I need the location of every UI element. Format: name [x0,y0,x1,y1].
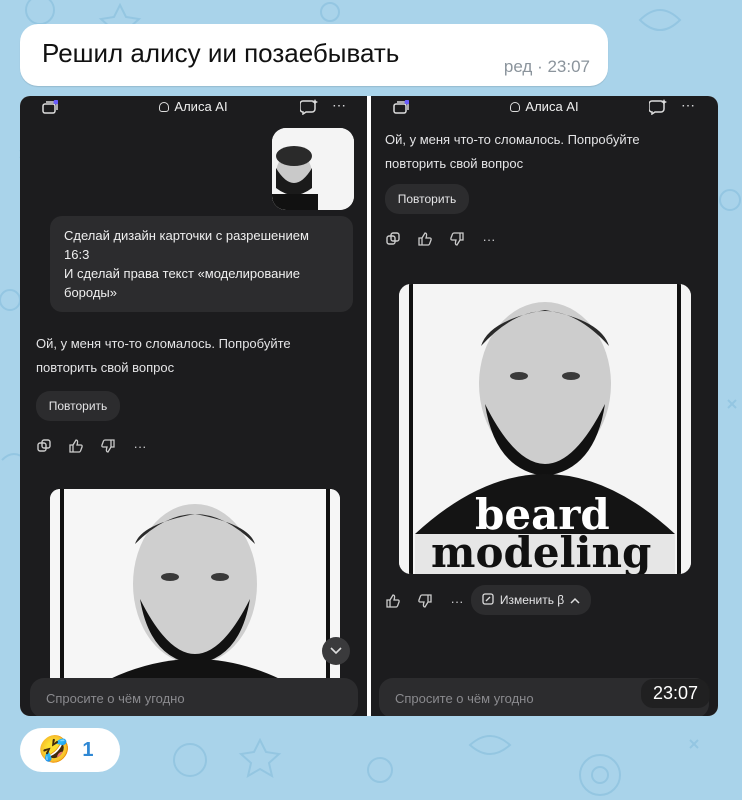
app-topbar: Алиса AI ⋯ [371,96,718,118]
more-actions[interactable]: ··· [132,438,148,454]
prompt-line: 16:3 [64,247,90,262]
reaction-chip[interactable]: 🤣 1 [20,728,120,772]
edit-icon [482,592,494,608]
prompt-line: бороды» [64,285,118,300]
copy-icon[interactable] [36,438,52,454]
alisa-logo-icon [159,102,170,112]
more-actions[interactable]: ··· [481,231,497,247]
reply-line: повторить свой вопрос [36,360,175,375]
new-chat-icon [648,99,667,117]
reply-line: Ой, у меня что-то сломалось. Попробуйте [385,132,640,147]
prompt-line: И сделай права текст «моделирование [64,266,301,281]
app-topbar: Алиса AI ⋯ [20,96,367,118]
assistant-reply: Ой, у меня что-то сломалось. Попробуйте … [385,128,640,176]
more-icon: ⋯ [681,97,695,113]
alisa-logo-icon [510,102,521,112]
thumbs-up-icon[interactable] [68,438,84,454]
user-photo [272,128,354,210]
more-actions[interactable]: ··· [449,593,465,609]
user-prompt-bubble: Сделай дизайн карточки с разрешением 16:… [50,216,353,312]
image-caption-line2: modeling [431,528,652,574]
thumbs-down-icon[interactable] [100,438,116,454]
retry-button[interactable]: Повторить [36,391,120,421]
chevron-up-icon [570,593,580,607]
reply-actions: ··· [385,231,497,247]
retry-button[interactable]: Повторить [385,184,469,214]
media-attachment[interactable]: Алиса AI ⋯ Сделай дизайн карточки с разр… [20,96,718,716]
thumbs-up-icon[interactable] [385,593,401,609]
prompt-input[interactable]: Спросите о чём угодно [30,678,358,716]
image-actions: ··· [385,593,465,609]
app-title-text: Алиса AI [174,99,228,114]
scroll-down-button[interactable] [322,637,350,665]
reply-actions: ··· [36,438,148,454]
app-title-text: Алиса AI [525,99,579,114]
assistant-reply: Ой, у меня что-то сломалось. Попробуйте … [36,332,291,380]
reply-line: Ой, у меня что-то сломалось. Попробуйте [36,336,291,351]
thumbs-down-icon[interactable] [417,593,433,609]
edit-label: Изменить β [499,593,565,607]
generated-image[interactable]: beard modeling [399,284,691,574]
message-bubble: Решил алису ии позаебывать ред · 23:07 [20,24,608,86]
thumbs-up-icon[interactable] [417,231,433,247]
thumbs-down-icon[interactable] [449,231,465,247]
reply-line: повторить свой вопрос [385,156,524,171]
rolling-laughing-emoji: 🤣 [38,735,71,765]
more-icon: ⋯ [332,97,346,113]
prompt-line: Сделай дизайн карточки с разрешением [64,228,309,243]
right-screenshot: Алиса AI ⋯ Ой, у меня что-то сломалось. … [371,96,718,716]
left-screenshot: Алиса AI ⋯ Сделай дизайн карточки с разр… [20,96,367,716]
copy-icon[interactable] [385,231,401,247]
media-timestamp: 23:07 [640,679,710,708]
message-text: Решил алису ии позаебывать [42,38,400,68]
edit-image-button[interactable]: Изменить β [471,585,591,615]
reaction-count: 1 [82,738,94,761]
message-meta: ред · 23:07 [503,57,590,76]
generated-image[interactable] [50,489,340,679]
new-chat-icon [299,99,318,117]
